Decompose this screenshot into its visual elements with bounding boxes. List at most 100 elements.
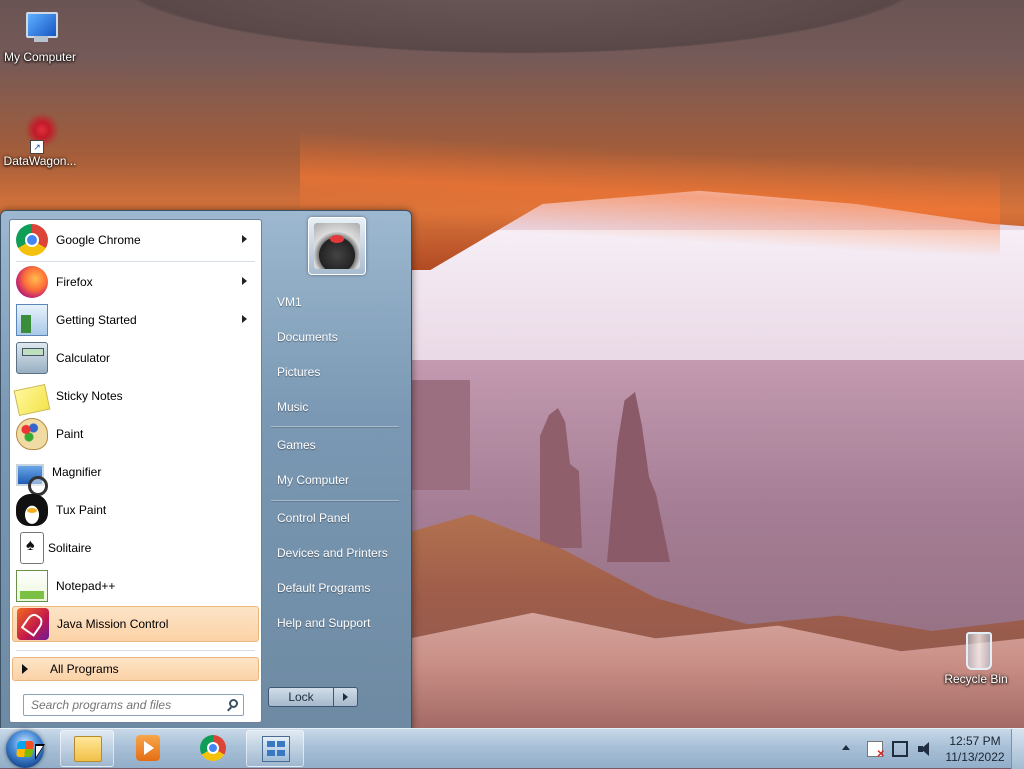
desktop-icon-label: DataWagon... <box>3 154 77 168</box>
program-calculator[interactable]: Calculator <box>12 340 259 376</box>
program-label: Google Chrome <box>56 233 141 247</box>
java-mission-control-icon <box>17 608 49 640</box>
program-tux-paint[interactable]: Tux Paint <box>12 492 259 528</box>
tux-paint-icon <box>16 494 48 526</box>
clock[interactable]: 12:57 PM 11/13/2022 <box>932 733 1018 765</box>
show-desktop-button[interactable] <box>1011 729 1024 769</box>
network-icon[interactable] <box>892 741 908 757</box>
taskbar-remote-desktop[interactable] <box>246 730 304 767</box>
datawagon-icon: ↗ <box>20 112 60 154</box>
mouse-cursor-icon <box>35 744 45 760</box>
program-label: Magnifier <box>52 465 102 479</box>
start-search-box[interactable] <box>23 694 244 716</box>
menu-item-help-support[interactable]: Help and Support <box>267 609 403 637</box>
windows-logo-icon <box>16 741 34 757</box>
clock-date: 11/13/2022 <box>945 750 1005 764</box>
program-getting-started[interactable]: Getting Started <box>12 302 259 338</box>
desktop-icon-label: My Computer <box>3 50 77 64</box>
magnifier-icon <box>16 464 48 496</box>
submenu-arrow-icon[interactable] <box>242 277 247 285</box>
paint-icon <box>16 418 48 450</box>
desktop-icon-label: Recycle Bin <box>944 672 1008 686</box>
desktop-icon-datawagon[interactable]: ↗ DataWagon... <box>0 112 80 168</box>
show-hidden-icons-icon[interactable] <box>842 745 850 750</box>
taskbar: 12:57 PM 11/13/2022 <box>0 728 1024 769</box>
program-label: Sticky Notes <box>56 389 123 403</box>
divider <box>271 426 399 427</box>
taskbar-windows-media-player[interactable] <box>122 730 176 767</box>
program-label: Calculator <box>56 351 111 365</box>
my-computer-icon <box>20 8 60 48</box>
submenu-arrow-icon[interactable] <box>242 235 247 243</box>
divider <box>16 261 255 262</box>
program-notepad-plus-plus[interactable]: Notepad++ <box>12 568 259 604</box>
program-label: Getting Started <box>56 313 137 327</box>
program-sticky-notes[interactable]: Sticky Notes <box>12 378 259 417</box>
action-center-icon[interactable] <box>867 741 885 760</box>
divider <box>16 650 255 651</box>
menu-item-label: Music <box>277 400 309 414</box>
search-icon[interactable] <box>229 699 238 708</box>
program-label: Tux Paint <box>56 503 107 517</box>
notepad-plus-plus-icon <box>16 570 48 602</box>
menu-item-label: Games <box>277 438 316 452</box>
calculator-icon <box>16 342 48 374</box>
taskbar-windows-explorer[interactable] <box>60 730 114 767</box>
sticky-notes-icon <box>13 383 51 417</box>
submenu-arrow-icon[interactable] <box>242 315 247 323</box>
user-avatar[interactable] <box>308 217 366 275</box>
menu-item-devices-printers[interactable]: Devices and Printers <box>267 539 403 567</box>
menu-item-default-programs[interactable]: Default Programs <box>267 574 403 602</box>
menu-item-pictures[interactable]: Pictures <box>267 358 403 386</box>
menu-item-games[interactable]: Games <box>267 431 403 459</box>
taskbar-google-chrome[interactable] <box>186 730 240 767</box>
divider <box>271 500 399 501</box>
firefox-icon <box>16 266 48 298</box>
search-input[interactable] <box>29 697 223 713</box>
menu-item-documents[interactable]: Documents <box>267 323 403 351</box>
remote-desktop-icon <box>262 736 290 762</box>
menu-item-label: My Computer <box>277 473 350 487</box>
program-label: Firefox <box>56 275 93 289</box>
avatar-image <box>314 223 360 269</box>
solitaire-icon <box>20 532 44 564</box>
all-programs-button[interactable]: All Programs <box>12 657 259 681</box>
menu-item-label: VM1 <box>277 295 302 309</box>
program-java-mission-control[interactable]: Java Mission Control <box>12 606 259 642</box>
menu-item-music[interactable]: Music <box>267 393 403 421</box>
folder-icon <box>74 736 102 762</box>
program-label: Solitaire <box>48 541 92 555</box>
chrome-icon <box>16 224 48 256</box>
lock-button[interactable]: Lock <box>268 687 334 707</box>
program-paint[interactable]: Paint <box>12 416 259 452</box>
getting-started-icon <box>16 304 48 336</box>
menu-item-my-computer[interactable]: My Computer <box>267 466 403 494</box>
shortcut-arrow-icon: ↗ <box>30 140 44 154</box>
clock-time: 12:57 PM <box>949 734 1001 748</box>
program-firefox[interactable]: Firefox <box>12 264 259 300</box>
program-magnifier[interactable]: Magnifier <box>12 454 259 496</box>
media-player-icon <box>136 735 160 761</box>
program-label: Java Mission Control <box>57 617 169 631</box>
menu-item-label: Documents <box>277 330 338 344</box>
menu-item-label: Help and Support <box>277 616 371 630</box>
all-programs-label: All Programs <box>50 662 119 676</box>
program-label: Paint <box>56 427 84 441</box>
menu-item-control-panel[interactable]: Control Panel <box>267 504 403 532</box>
program-label: Notepad++ <box>56 579 116 593</box>
desktop-icon-recycle-bin[interactable]: Recycle Bin <box>936 630 1016 686</box>
desktop-icon-my-computer[interactable]: My Computer <box>0 8 80 64</box>
start-menu: Google Chrome Firefox Getting Started Ca… <box>0 210 412 730</box>
expand-arrow-icon <box>22 664 28 674</box>
program-google-chrome[interactable]: Google Chrome <box>12 222 259 258</box>
menu-item-label: Default Programs <box>277 581 371 595</box>
start-menu-programs-pane: Google Chrome Firefox Getting Started Ca… <box>9 219 262 723</box>
recycle-bin-icon <box>956 630 996 670</box>
butte-rock <box>410 380 470 490</box>
chrome-icon <box>200 735 226 761</box>
shutdown-options-arrow-button[interactable] <box>334 687 358 707</box>
menu-item-label: Pictures <box>277 365 321 379</box>
menu-item-user[interactable]: VM1 <box>267 288 403 316</box>
program-solitaire[interactable]: Solitaire <box>12 530 259 566</box>
menu-item-label: Devices and Printers <box>277 546 388 560</box>
